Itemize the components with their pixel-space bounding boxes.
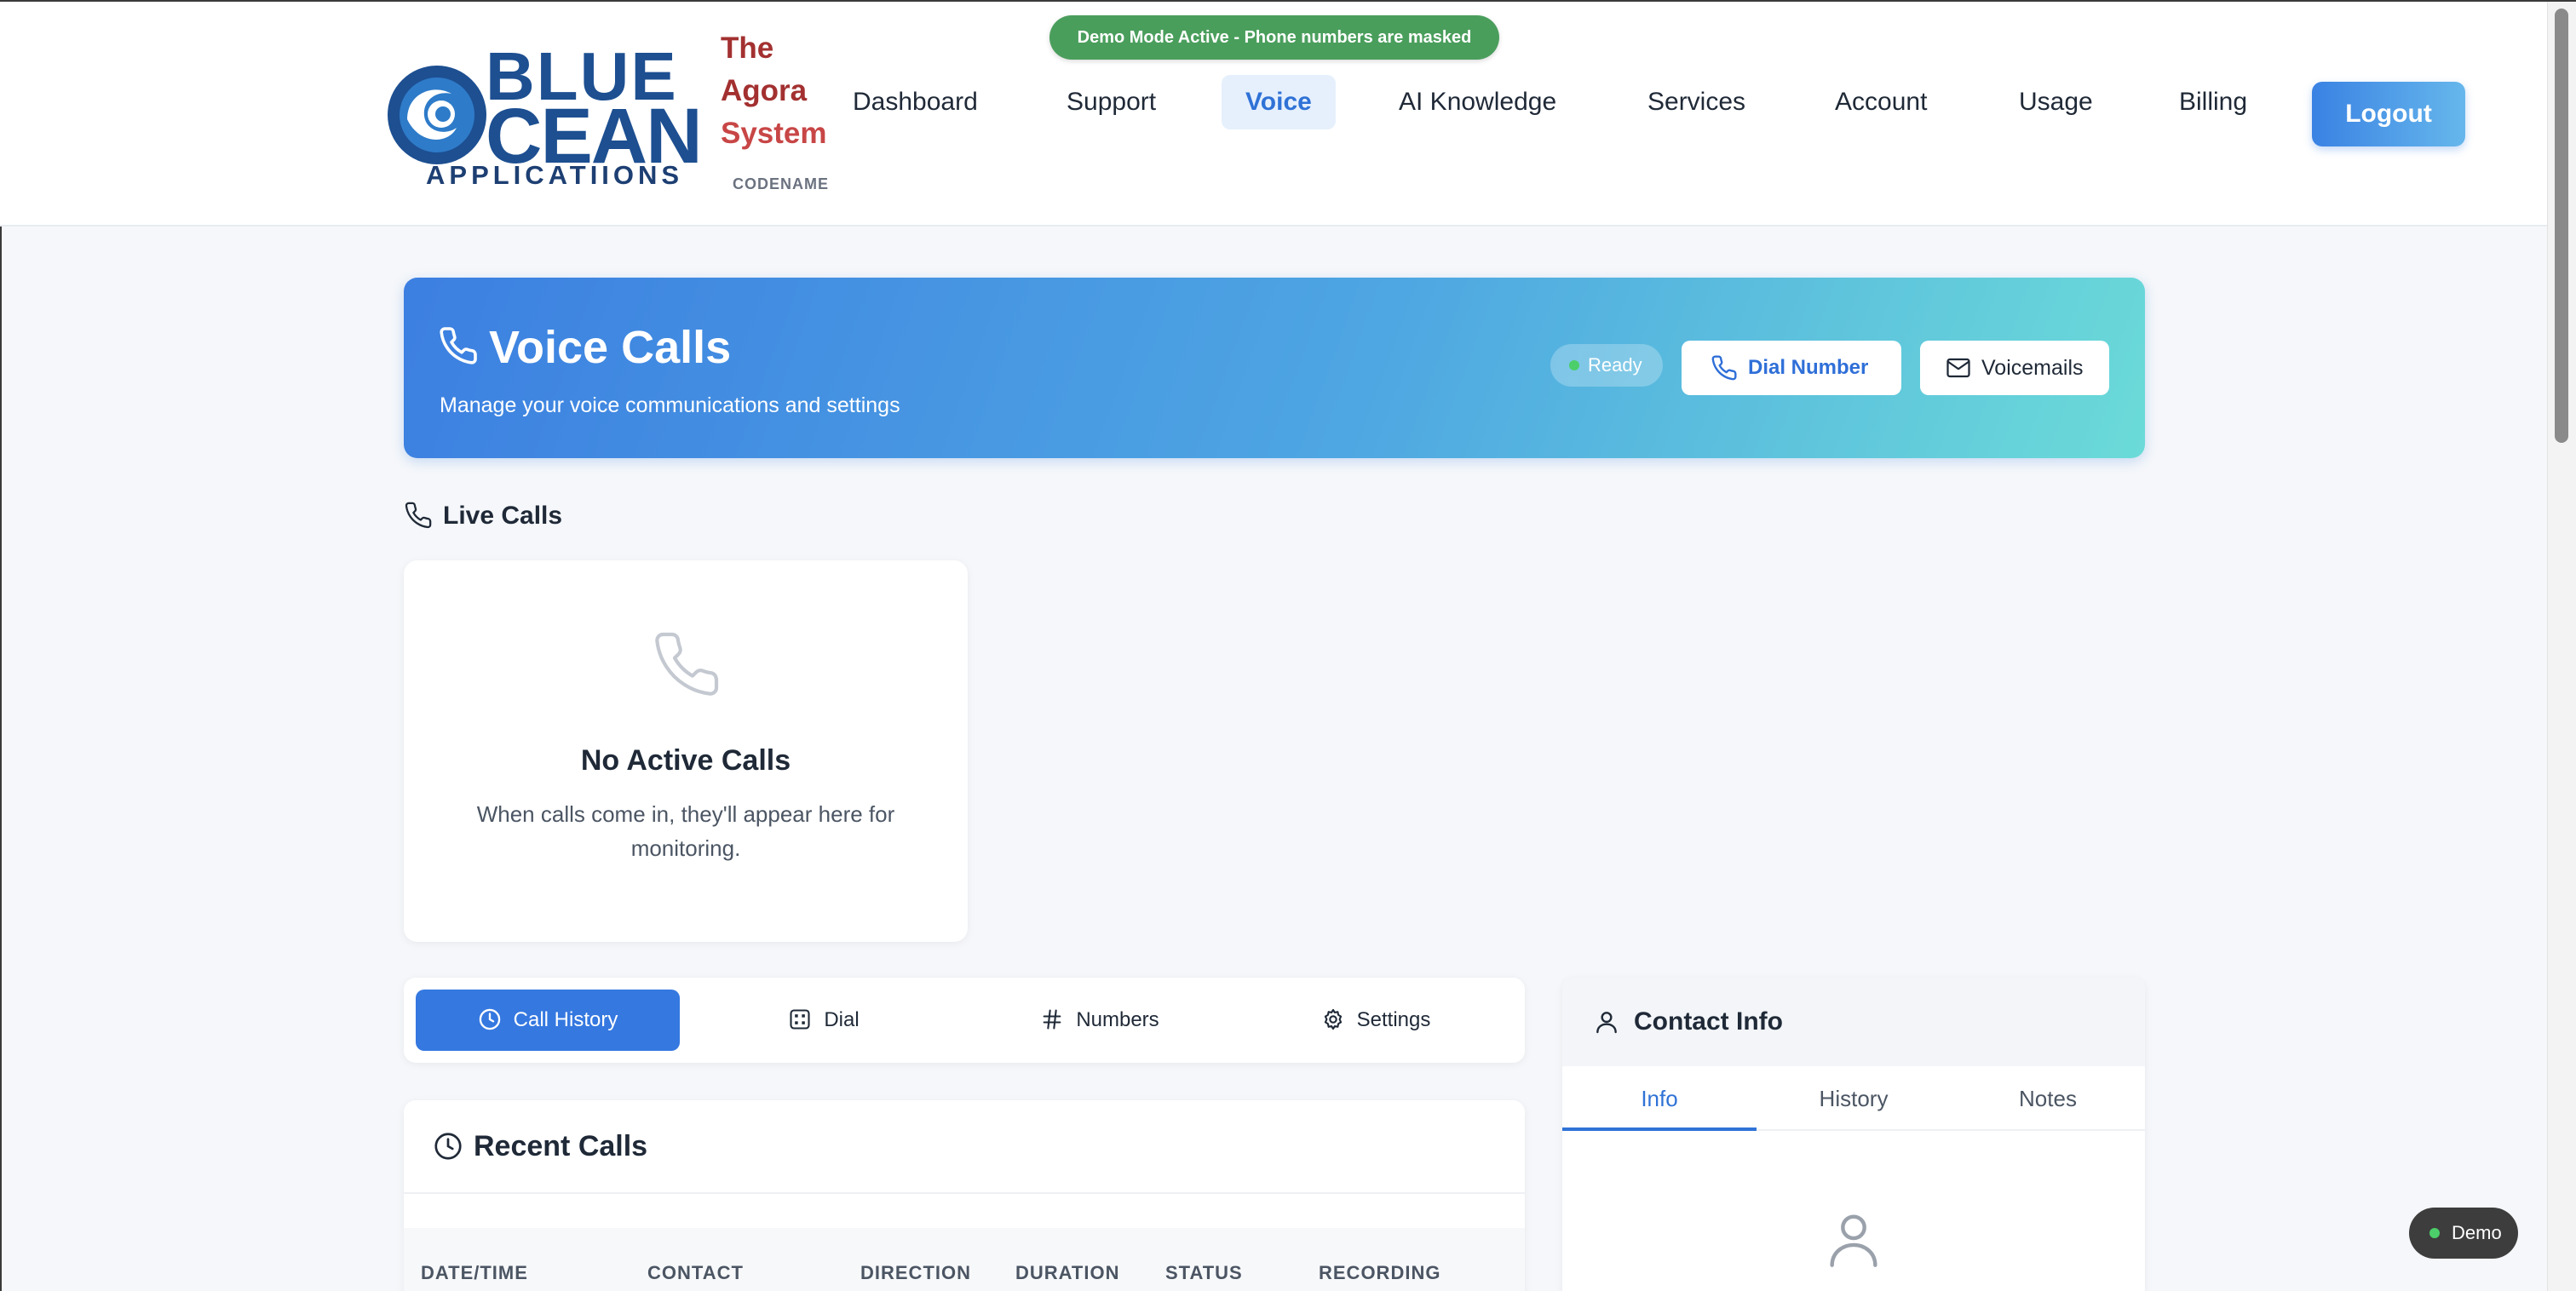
contact-info-panel: Contact Info Info History Notes	[1562, 978, 2145, 1291]
nav-account[interactable]: Account	[1811, 75, 1951, 129]
page-scrollbar[interactable]	[2547, 2, 2576, 1291]
nav-support[interactable]: Support	[1043, 75, 1180, 129]
nav-voice[interactable]: Voice	[1222, 75, 1336, 129]
agora-line-1: The	[721, 32, 774, 65]
wave-logo-icon	[388, 66, 486, 164]
demo-mode-banner: Demo Mode Active - Phone numbers are mas…	[1049, 15, 1499, 60]
nav-dashboard[interactable]: Dashboard	[829, 75, 1002, 129]
tab-label: Dial	[824, 1008, 860, 1031]
recent-calls-title: Recent Calls	[474, 1130, 648, 1162]
tab-label: Settings	[1356, 1008, 1431, 1031]
blue-ocean-logo[interactable]: BLUE CEAN APPLICATIIONS	[382, 43, 703, 196]
tab-label: Numbers	[1076, 1008, 1159, 1031]
contact-info-header: Contact Info	[1562, 978, 2145, 1066]
dial-number-label: Dial Number	[1748, 356, 1869, 379]
top-header: Demo Mode Active - Phone numbers are mas…	[0, 2, 2547, 227]
column-header[interactable]: RECORDING	[1319, 1262, 1440, 1284]
gear-icon	[1324, 1008, 1342, 1030]
clock-icon	[479, 1008, 500, 1030]
status-dot-icon	[2429, 1228, 2440, 1238]
live-calls-title: Live Calls	[443, 502, 563, 530]
contact-tabs: Info History Notes	[1562, 1066, 2145, 1131]
status-badge: Ready	[1550, 344, 1663, 387]
user-icon	[1596, 1012, 1617, 1034]
contact-tab-history[interactable]: History	[1757, 1066, 1951, 1131]
page-title: Voice Calls	[489, 322, 732, 373]
recent-calls-table-header: DATE/TIME CONTACT DIRECTION DURATION STA…	[404, 1228, 1525, 1291]
empty-state-title: No Active Calls	[580, 744, 791, 777]
nav-billing[interactable]: Billing	[2155, 75, 2271, 129]
voice-tabbar: Call History Dial Numbers Settings	[404, 978, 1525, 1063]
no-active-calls-card: No Active Calls When calls come in, they…	[404, 560, 968, 942]
column-header[interactable]: DURATION	[1015, 1262, 1119, 1284]
status-text: Ready	[1588, 354, 1642, 376]
agora-system-title: The Agora System	[721, 27, 831, 155]
voice-calls-hero: Voice Calls Manage your voice communicat…	[404, 278, 2145, 458]
agora-line-3: System	[721, 117, 827, 150]
column-header[interactable]: CONTACT	[647, 1262, 744, 1284]
nav-usage[interactable]: Usage	[1995, 75, 2117, 129]
demo-indicator[interactable]: Demo	[2409, 1208, 2518, 1259]
voicemails-label: Voicemails	[1981, 356, 2084, 380]
tab-call-history[interactable]: Call History	[416, 990, 680, 1051]
status-dot-icon	[1569, 360, 1579, 370]
clock-icon	[434, 1133, 462, 1160]
hash-icon	[1043, 1009, 1061, 1030]
column-header[interactable]: STATUS	[1165, 1262, 1243, 1284]
phone-icon	[655, 632, 719, 696]
voicemails-button[interactable]: Voicemails	[1920, 341, 2109, 395]
avatar-placeholder-icon	[1830, 1214, 1877, 1267]
codename-label: CODENAME	[733, 175, 830, 192]
contact-info-title: Contact Info	[1634, 1007, 1783, 1036]
logo-word-applications: APPLICATIIONS	[426, 160, 684, 190]
logout-button[interactable]: Logout	[2312, 82, 2465, 146]
contact-tab-info[interactable]: Info	[1562, 1066, 1757, 1131]
tab-label: Call History	[513, 1008, 618, 1031]
phone-icon	[405, 502, 432, 529]
dial-number-button[interactable]: Dial Number	[1682, 341, 1901, 395]
demo-label: Demo	[2452, 1222, 2502, 1243]
scrollbar-thumb[interactable]	[2555, 9, 2568, 443]
page-subtitle: Manage your voice communications and set…	[440, 393, 900, 417]
tab-numbers[interactable]: Numbers	[968, 990, 1232, 1051]
dialpad-icon	[790, 1009, 810, 1030]
column-header[interactable]: DIRECTION	[860, 1262, 971, 1284]
recent-calls-header: Recent Calls	[404, 1100, 1525, 1194]
nav-ai-knowledge[interactable]: AI Knowledge	[1375, 75, 1580, 129]
tab-settings[interactable]: Settings	[1244, 990, 1508, 1051]
mail-icon	[1946, 358, 1970, 378]
column-header[interactable]: DATE/TIME	[421, 1262, 528, 1284]
phone-icon	[440, 327, 477, 364]
empty-state-text: When calls come in, they'll appear here …	[476, 801, 895, 861]
agora-line-2: Agora	[721, 74, 808, 107]
phone-icon	[1711, 355, 1737, 381]
contact-tab-notes[interactable]: Notes	[1951, 1066, 2145, 1131]
nav-services[interactable]: Services	[1624, 75, 1769, 129]
recent-calls-panel: Recent Calls DATE/TIME CONTACT DIRECTION…	[404, 1100, 1525, 1291]
tab-dial[interactable]: Dial	[692, 990, 956, 1051]
